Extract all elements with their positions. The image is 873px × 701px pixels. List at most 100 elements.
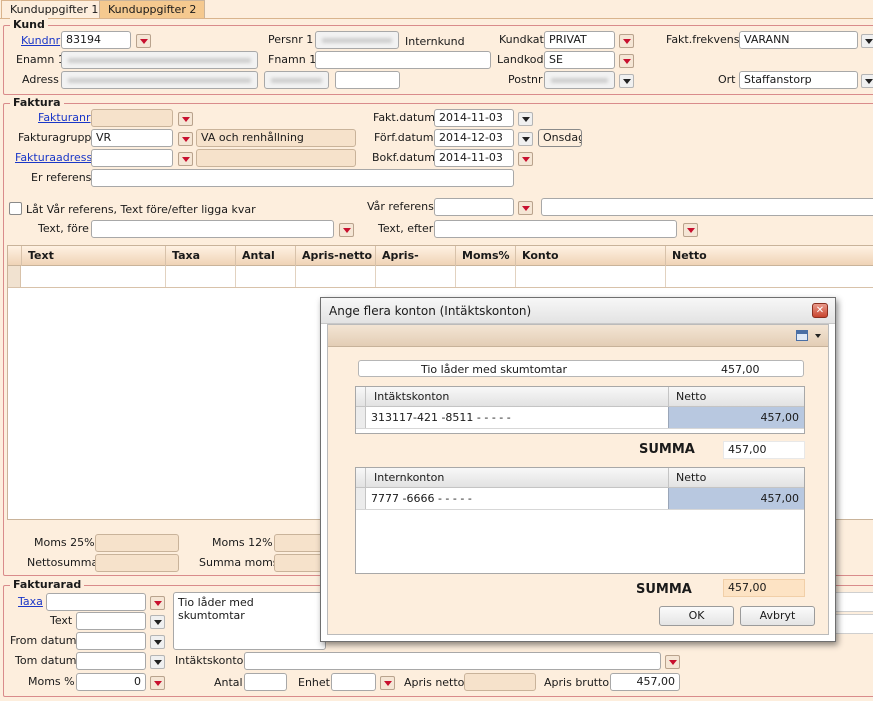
fromdatum-input[interactable] [76,632,146,650]
intaktskonton-col-konto[interactable]: Intäktskonton [374,390,449,403]
grid-col-taxa[interactable]: Taxa [166,246,236,266]
grid-col-netto[interactable]: Netto [666,246,873,266]
item-summary-amount: 457,00 [721,363,760,376]
tomdatum-input[interactable] [76,652,146,670]
ort-dropdown-icon[interactable] [861,74,873,88]
adress3-input[interactable] [335,71,400,89]
dialog-titlebar[interactable]: Ange flera konton (Intäktskonton) ✕ [321,298,835,324]
grid-col-moms[interactable]: Moms% [456,246,516,266]
fakturanr-dropdown-icon[interactable] [178,112,193,126]
ort-input[interactable]: Staffanstorp [739,71,858,89]
chevron-down-icon[interactable] [815,334,821,338]
forfdatum-dropdown-icon[interactable] [518,132,533,146]
adress2-input[interactable] [264,71,329,89]
close-icon[interactable]: ✕ [812,303,828,318]
postnr-input[interactable] [544,71,615,89]
forfdatum-input[interactable]: 2014-12-03 [434,129,514,147]
grid-empty-row[interactable] [8,266,873,288]
enhet-input[interactable] [331,673,376,691]
moms-dropdown-icon[interactable] [150,676,165,690]
internkonton-row-konto[interactable]: 7777 -6666 - - - - - [371,492,472,505]
enhet-dropdown-icon[interactable] [380,676,395,690]
faktdatum-input[interactable]: 2014-11-03 [434,109,514,127]
grid-row-selector[interactable] [356,488,366,509]
internkonton-grid[interactable]: Internkonton Netto 7777 -6666 - - - - - … [355,467,805,574]
fakturanr-link[interactable]: Fakturanr [38,111,90,124]
intaktskonton-col-netto[interactable]: Netto [676,390,706,403]
grid-col-text[interactable]: Text [22,246,166,266]
intaktskonto-dropdown-icon[interactable] [665,655,680,669]
layout-settings-icon[interactable] [796,330,808,341]
tab-kunduppgifter-1[interactable]: Kunduppgifter 1 [1,0,108,19]
fakturagrupp-input[interactable]: VR [91,129,173,147]
textefter-input[interactable] [434,220,677,238]
ok-button[interactable]: OK [659,606,734,626]
rad-text-input[interactable] [76,612,146,630]
landkod-input[interactable]: SE [544,51,615,69]
fromdatum-dropdown-icon[interactable] [150,635,165,649]
intaktskonton-row[interactable]: 313117-421 -8511 - - - - - 457,00 [356,407,804,429]
aprisbrutto-input[interactable]: 457,00 [610,673,680,691]
taxa-link[interactable]: Taxa [18,595,43,608]
bokfdatum-input[interactable]: 2014-11-03 [434,149,514,167]
textfore-dropdown-icon[interactable] [339,223,354,237]
internkonton-col-netto[interactable]: Netto [676,471,706,484]
intaktskonton-row-konto[interactable]: 313117-421 -8511 - - - - - [371,411,511,424]
fakturaadress-input[interactable] [91,149,173,167]
fakturagrupp-dropdown-icon[interactable] [178,132,193,146]
rad-text-dropdown-icon[interactable] [150,615,165,629]
varreferens-input[interactable] [434,198,514,216]
erreferens-input[interactable] [91,169,514,187]
fakturaadress-link[interactable]: Fakturaadress [15,151,92,164]
summa2-value[interactable]: 457,00 [723,579,805,597]
tab-kunduppgifter-2[interactable]: Kunduppgifter 2 [99,0,206,19]
fakturaadress-dropdown-icon[interactable] [178,152,193,166]
internkonton-row[interactable]: 7777 -6666 - - - - - 457,00 [356,488,804,510]
keep-references-checkbox[interactable] [9,202,22,215]
enamn-label: Enamn 1 [16,53,65,66]
enamn-input[interactable] [61,51,258,69]
adress-input[interactable] [61,71,258,89]
grid-row-selector[interactable] [8,266,21,287]
rad-extra-field-2[interactable] [835,614,873,634]
cancel-button[interactable]: Avbryt [740,606,815,626]
antal-input[interactable] [244,673,287,691]
textefter-dropdown-icon[interactable] [683,223,698,237]
grid-col-antal[interactable]: Antal [236,246,296,266]
grid-col-apris-netto[interactable]: Apris-netto [296,246,376,266]
faktfrekvens-dropdown-icon[interactable] [861,34,873,48]
varreferens-dropdown-icon[interactable] [518,201,533,215]
faktdatum-dropdown-icon[interactable] [518,112,533,126]
grid-col-apris-brutto[interactable]: Apris-brutto [376,246,456,282]
tomdatum-dropdown-icon[interactable] [150,655,165,669]
kundnr-input[interactable]: 83194 [61,31,131,49]
rad-extra-field[interactable] [835,592,873,612]
intaktskonton-grid[interactable]: Intäktskonton Netto 313117-421 -8511 - -… [355,386,805,434]
bokfdatum-dropdown-icon[interactable] [518,152,533,166]
taxa-dropdown-icon[interactable] [150,596,165,610]
internkonton-col-konto[interactable]: Internkonton [374,471,444,484]
internkonton-row-netto: 457,00 [760,492,800,505]
kundnr-link[interactable]: Kundnr [21,34,60,47]
layout-settings-icon-bar [797,331,807,334]
postnr-dropdown-icon[interactable] [619,74,634,88]
grid-row-selector[interactable] [356,407,366,428]
intaktskonton-row-netto-cell[interactable]: 457,00 [668,407,804,428]
intaktskonto-input[interactable] [244,652,661,670]
fakturanr-input[interactable] [91,109,173,127]
persnr-input[interactable] [315,31,399,49]
grid-divider [165,266,166,287]
textfore-input[interactable] [91,220,334,238]
kundkat-input[interactable]: PRIVAT [544,31,615,49]
kundkat-dropdown-icon[interactable] [619,34,634,48]
internkonton-row-netto-cell[interactable]: 457,00 [668,488,804,509]
kundnr-dropdown-icon[interactable] [136,34,151,48]
fnamn-input[interactable] [315,51,491,69]
grid-col-konto[interactable]: Konto [516,246,666,266]
taxa-input[interactable] [46,593,146,611]
varreferens-text-input[interactable] [541,198,873,216]
rad-text-area[interactable]: Tio låder med skumtomtar [173,592,326,650]
faktfrekvens-input[interactable]: VARANN [739,31,858,49]
landkod-dropdown-icon[interactable] [619,54,634,68]
moms-input[interactable]: 0 [76,673,146,691]
